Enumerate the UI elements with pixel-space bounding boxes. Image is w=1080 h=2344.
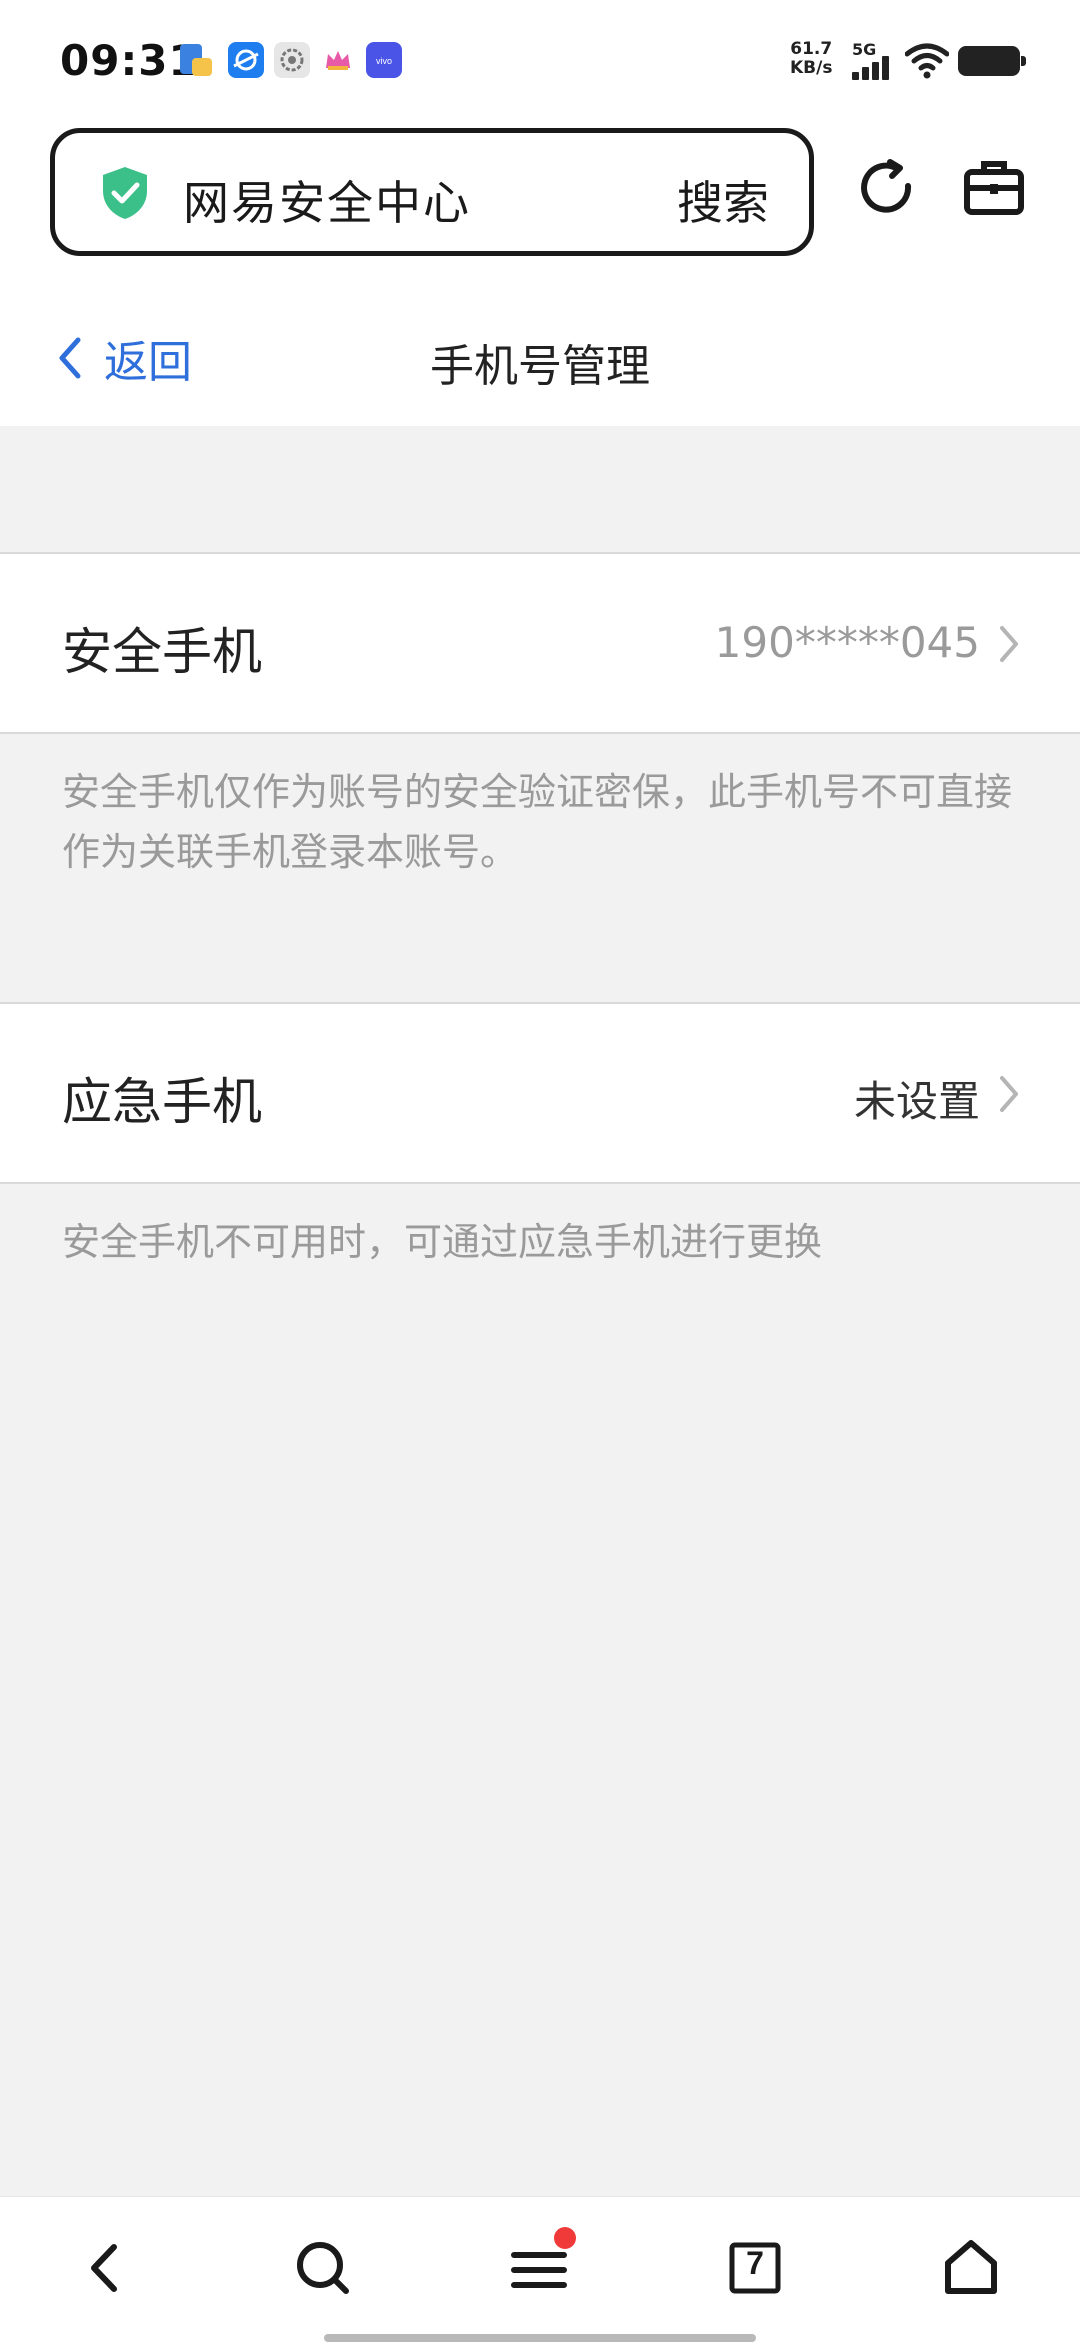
emergency-phone-label: 应急手机	[62, 1073, 262, 1131]
search-icon[interactable]	[288, 2233, 358, 2303]
security-phone-row[interactable]: 安全手机 190*****045	[0, 552, 1080, 734]
menu-icon[interactable]	[504, 2227, 576, 2303]
wifi-icon	[904, 42, 950, 80]
page-title: 手机号管理	[0, 330, 1080, 394]
chevron-right-icon	[1000, 626, 1018, 662]
refresh-icon[interactable]	[856, 156, 920, 220]
search-button[interactable]: 搜索	[677, 167, 769, 233]
signal-icon	[852, 56, 894, 80]
status-bar: 09:31 vivo 61.7 KB/s 5G	[0, 0, 1080, 120]
net-speed: 61.7 KB/s	[790, 40, 832, 78]
security-phone-note: 安全手机仅作为账号的安全验证密保，此手机号不可直接作为关联手机登录本账号。	[62, 770, 1013, 874]
tab-count: 7	[746, 2245, 764, 2281]
crown-app-icon	[320, 42, 356, 78]
page-header: 返回 手机号管理	[0, 270, 1080, 426]
notification-badge	[554, 2227, 576, 2249]
shield-check-icon	[99, 165, 151, 221]
security-phone-label: 安全手机	[62, 623, 262, 681]
security-phone-value: 190*****045	[714, 618, 980, 667]
settings-app-icon	[274, 42, 310, 78]
net-speed-value: 61.7	[790, 39, 833, 59]
bottom-nav: 7	[0, 2196, 1080, 2344]
address-text[interactable]: 网易安全中心	[183, 167, 471, 233]
page-title-text: 手机号管理	[430, 341, 650, 392]
toolbox-icon[interactable]	[962, 158, 1026, 218]
chevron-right-icon	[1000, 1076, 1018, 1112]
emergency-phone-row[interactable]: 应急手机 未设置	[0, 1002, 1080, 1184]
net-speed-unit: KB/s	[790, 58, 833, 78]
files-app-icon	[178, 42, 214, 78]
svg-text:vivo: vivo	[376, 56, 392, 66]
address-bar[interactable]: 网易安全中心 搜索	[50, 128, 814, 256]
tabs-icon[interactable]: 7	[720, 2233, 790, 2303]
back-arrow-icon[interactable]	[72, 2233, 142, 2303]
battery-icon	[958, 46, 1026, 76]
home-icon[interactable]	[936, 2233, 1006, 2303]
emergency-phone-value: 未设置	[853, 1077, 980, 1126]
browser-toolbar: 网易安全中心 搜索	[0, 120, 1080, 270]
home-indicator[interactable]	[324, 2334, 756, 2342]
emergency-phone-note: 安全手机不可用时，可通过应急手机进行更换	[62, 1220, 823, 1264]
browser-app-icon	[228, 42, 264, 78]
vivo-app-icon: vivo	[366, 42, 402, 78]
